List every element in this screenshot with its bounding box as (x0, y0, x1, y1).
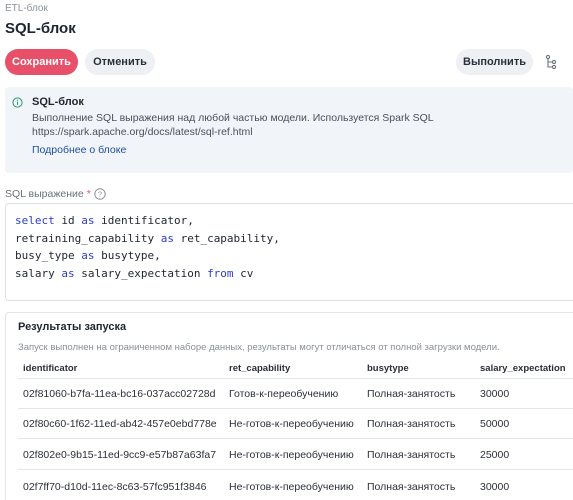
table-cell: 02f81060-b7fa-11ea-bc16-037acc02728d (23, 388, 216, 400)
breadcrumb[interactable]: ETL-блок (5, 3, 48, 14)
table-row: 02f7ff70-d10d-11ec-8c63-57fc951f3846 Не-… (18, 472, 573, 500)
sql-token: salary_expectation (74, 266, 208, 280)
svg-text:?: ? (98, 190, 102, 199)
table-cell: 02f7ff70-d10d-11ec-8c63-57fc951f3846 (23, 480, 207, 493)
sql-token: cv (233, 266, 254, 280)
column-header[interactable]: ret_capability (229, 358, 290, 378)
table-cell: Полная-занятость (367, 480, 456, 493)
sql-line: busy_type as busytype, (15, 247, 573, 265)
table-cell: Готов-к-переобучению (229, 388, 339, 400)
column-header[interactable]: busytype (367, 358, 409, 378)
results-title: Результаты запуска (18, 321, 127, 333)
column-header[interactable]: identificator (23, 358, 77, 378)
sql-field-label: SQL выражение * (5, 188, 91, 200)
table-cell: Полная-занятость (367, 418, 456, 430)
table-row: 02f802e0-9b15-11ed-9cc9-e57b87a63fa7 Не-… (18, 441, 573, 470)
sql-keyword: as (81, 214, 95, 227)
question-circle-icon[interactable]: ? (94, 188, 106, 200)
info-description-line: Выполнение SQL выражения над любой часть… (32, 112, 434, 124)
cancel-button[interactable]: Отменить (85, 49, 155, 75)
table-cell: Не-готов-к-переобучению (229, 418, 354, 430)
table-cell: 02f802e0-9b15-11ed-9cc9-e57b87a63fa7 (23, 449, 217, 461)
sql-keyword: from (207, 266, 234, 280)
sql-token: identificator, (94, 214, 194, 227)
table-cell: 02f80c60-1f62-11ed-ab42-457e0ebd778e (23, 418, 217, 430)
results-table-header: identificator ret_capability busytype sa… (18, 358, 573, 379)
table-cell: 50000 (480, 418, 510, 430)
sql-token: retraining_capability (15, 231, 161, 245)
sql-keyword: as (81, 249, 95, 262)
sql-keyword: as (160, 231, 174, 245)
table-row: 02f81060-b7fa-11ea-bc16-037acc02728d Гот… (18, 380, 573, 409)
sql-editor[interactable]: select id as identificator, retraining_ca… (5, 203, 573, 301)
page-title: SQL-блок (5, 20, 76, 37)
table-cell: Не-готов-к-переобучению (229, 480, 354, 493)
results-note: Запуск выполнен на ограниченном наборе д… (18, 342, 500, 353)
info-description: Выполнение SQL выражения над любой часть… (32, 111, 552, 139)
sql-token: busytype, (94, 249, 161, 262)
table-cell: 30000 (480, 480, 510, 493)
table-row: 02f80c60-1f62-11ed-ab42-457e0ebd778e Не-… (18, 410, 573, 439)
save-button[interactable]: Сохранить (5, 49, 78, 75)
table-cell: Не-готов-к-переобучению (229, 449, 354, 461)
sql-field-label-text: SQL выражение (5, 188, 84, 200)
info-docs-url: https://spark.apache.org/docs/latest/sql… (32, 126, 253, 138)
run-button[interactable]: Выполнить (456, 49, 533, 75)
sql-line: salary as salary_expectation from cv (15, 265, 573, 283)
tree-structure-icon[interactable] (543, 54, 559, 70)
info-title: SQL-блок (32, 96, 84, 108)
more-about-block-link[interactable]: Подробнее о блоке (32, 144, 126, 156)
sql-token: id (54, 214, 82, 227)
table-cell: 30000 (480, 388, 510, 400)
sql-token: salary (15, 266, 62, 280)
sql-token: busy_type (15, 249, 82, 262)
table-cell: Полная-занятость (367, 388, 456, 400)
sql-keyword: select (15, 214, 55, 227)
sql-keyword: as (61, 266, 75, 280)
column-header[interactable]: salary_expectation (480, 358, 566, 378)
sql-line: retraining_capability as ret_capability, (15, 230, 573, 248)
sql-line: select id as identificator, (15, 212, 573, 230)
required-mark: * (86, 188, 91, 200)
table-cell: 25000 (480, 449, 510, 461)
table-cell: Полная-занятость (367, 449, 456, 461)
info-icon (12, 97, 23, 108)
sql-token: ret_capability, (173, 231, 280, 245)
